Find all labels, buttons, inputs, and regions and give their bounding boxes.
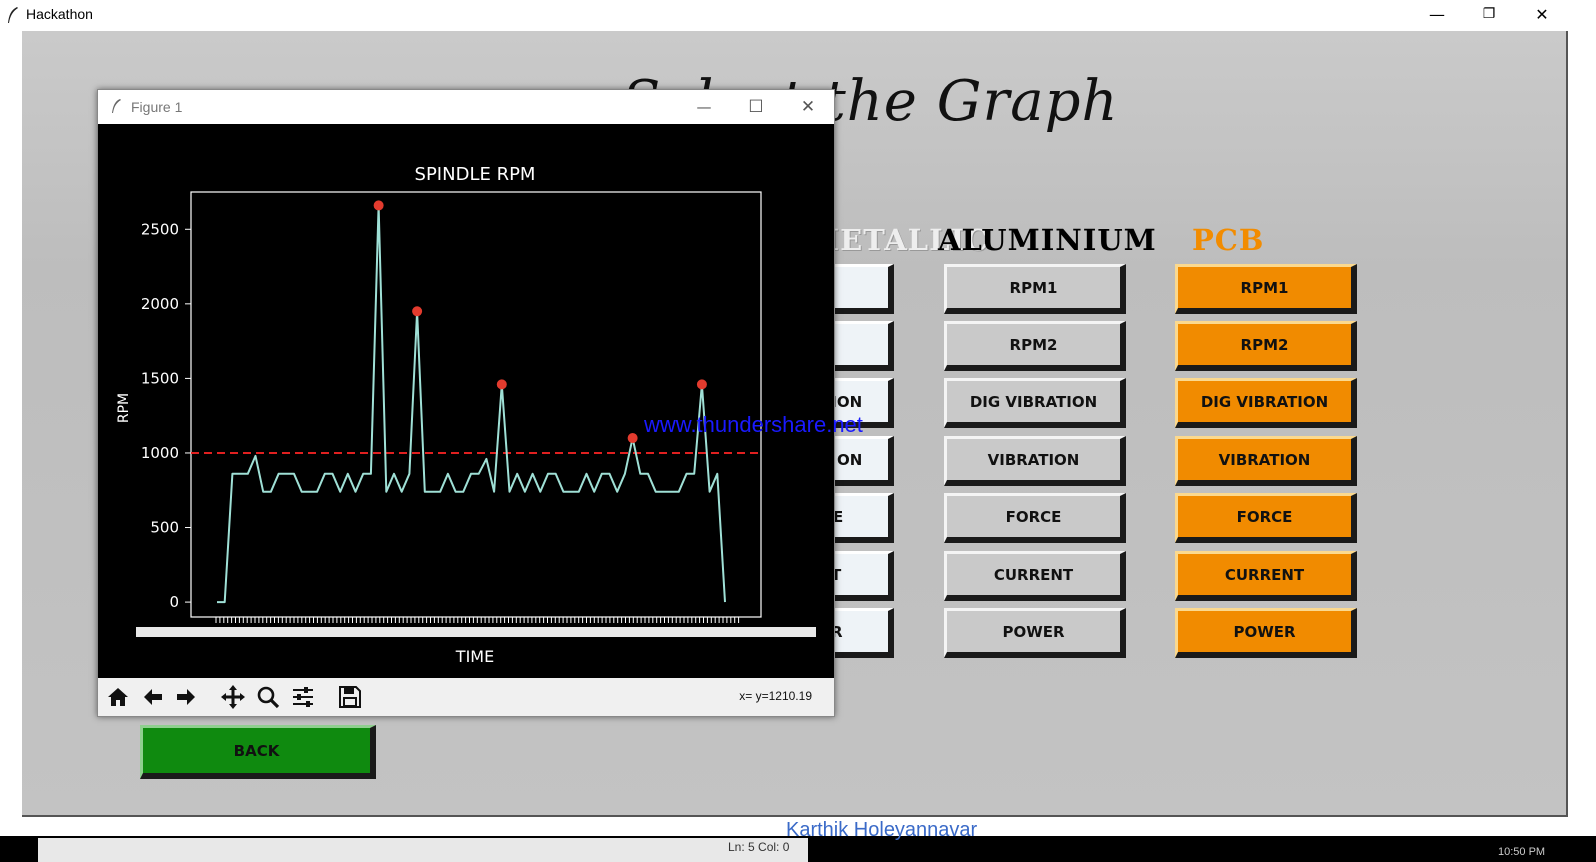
zoom-button[interactable]: [253, 683, 283, 711]
aluminium-current-button[interactable]: CURRENT: [944, 551, 1126, 601]
zoom-icon: [257, 686, 280, 709]
forward-arrow-icon: [177, 689, 195, 705]
pcb-rpm1-button[interactable]: RPM1: [1175, 264, 1357, 314]
y-tick-label: 2000: [141, 295, 179, 313]
y-tick-label: 1000: [141, 444, 179, 462]
x-ticks: [136, 617, 816, 637]
pan-icon: [221, 685, 245, 709]
axes-frame: [190, 191, 762, 618]
aluminium-force-button[interactable]: FORCE: [944, 493, 1126, 543]
pcb-dig-vibration-button[interactable]: DIG VIBRATION: [1175, 378, 1357, 428]
configure-button[interactable]: [288, 683, 318, 711]
coordinate-readout: x= y=1210.19: [739, 689, 812, 703]
configure-icon: [293, 687, 313, 707]
y-tick-label: 0: [169, 593, 179, 611]
minimize-button[interactable]: —: [1412, 0, 1462, 28]
figure-window: Figure 1 — ☐ ✕ SPINDLE RPM TIME RPM 0 500…: [97, 89, 835, 717]
metallic-vibration-label: ON: [837, 450, 863, 469]
main-titlebar: Hackathon — ❐ ✕: [0, 0, 1596, 30]
watermark: www.thundershare.net: [644, 412, 863, 437]
back-arrow-icon: [144, 689, 162, 705]
save-button[interactable]: [335, 683, 365, 711]
spindle-rpm-chart: SPINDLE RPM TIME RPM 0 500 1000 1500 2000 250…: [116, 164, 816, 666]
peak-marker: [496, 379, 507, 390]
figure-close-button[interactable]: ✕: [788, 94, 828, 120]
aluminium-vibration-button[interactable]: VIBRATION: [944, 436, 1126, 486]
pcb-vibration-button[interactable]: VIBRATION: [1175, 436, 1357, 486]
y-ticks: 0 500 1000 1500 2000 2500: [141, 220, 191, 611]
y-tick-label: 1500: [141, 369, 179, 387]
pan-button[interactable]: [218, 683, 248, 711]
x-axis-label: TIME: [455, 647, 494, 666]
status-bar: [38, 838, 808, 862]
aluminium-dig-vibration-button[interactable]: DIG VIBRATION: [944, 378, 1126, 428]
aluminium-header: ALUMINIUM: [938, 223, 1157, 257]
pcb-power-button[interactable]: POWER: [1175, 608, 1357, 658]
author-name: Karthik Holeyannavar: [786, 819, 978, 841]
window-title: Hackathon: [26, 6, 93, 22]
aluminium-power-button[interactable]: POWER: [944, 608, 1126, 658]
series-line: [217, 204, 726, 604]
pcb-force-button[interactable]: FORCE: [1175, 493, 1357, 543]
y-tick-label: 2500: [141, 220, 179, 238]
figure-title: Figure 1: [131, 99, 183, 115]
aluminium-rpm1-button[interactable]: RPM1: [944, 264, 1126, 314]
forward-view-button[interactable]: [171, 683, 201, 711]
figure-titlebar: Figure 1 — ☐ ✕: [98, 90, 834, 124]
home-button[interactable]: [103, 683, 133, 711]
peak-marker: [412, 306, 423, 317]
y-axis-label: RPM: [116, 393, 132, 423]
pcb-header: PCB: [1192, 223, 1265, 257]
restore-button[interactable]: ❐: [1464, 0, 1514, 28]
x-tick-label-band: [136, 627, 816, 637]
plot-area[interactable]: SPINDLE RPM TIME RPM 0 500 1000 1500 2000 250…: [98, 124, 834, 678]
y-tick-label: 500: [150, 519, 179, 537]
aluminium-rpm2-button[interactable]: RPM2: [944, 321, 1126, 371]
taskbar-clock: 10:50 PM: [1498, 846, 1546, 858]
pcb-rpm2-button[interactable]: RPM2: [1175, 321, 1357, 371]
back-view-button[interactable]: [138, 683, 168, 711]
chart-title: SPINDLE RPM: [415, 164, 536, 185]
close-button[interactable]: ✕: [1517, 0, 1567, 28]
home-icon: [108, 688, 128, 706]
save-icon: [339, 686, 361, 708]
back-button[interactable]: BACK: [140, 725, 376, 779]
figure-maximize-button[interactable]: ☐: [736, 94, 776, 120]
feather-icon: [112, 99, 121, 113]
peak-marker: [696, 379, 707, 390]
peak-markers: [373, 200, 707, 444]
peak-marker: [627, 433, 638, 444]
line-col-status: Ln: 5 Col: 0: [728, 840, 790, 854]
peak-marker: [373, 200, 384, 211]
pcb-current-button[interactable]: CURRENT: [1175, 551, 1357, 601]
figure-toolbar: x= y=1210.19: [98, 678, 834, 716]
figure-minimize-button[interactable]: —: [684, 94, 724, 120]
feather-icon: [8, 7, 18, 23]
